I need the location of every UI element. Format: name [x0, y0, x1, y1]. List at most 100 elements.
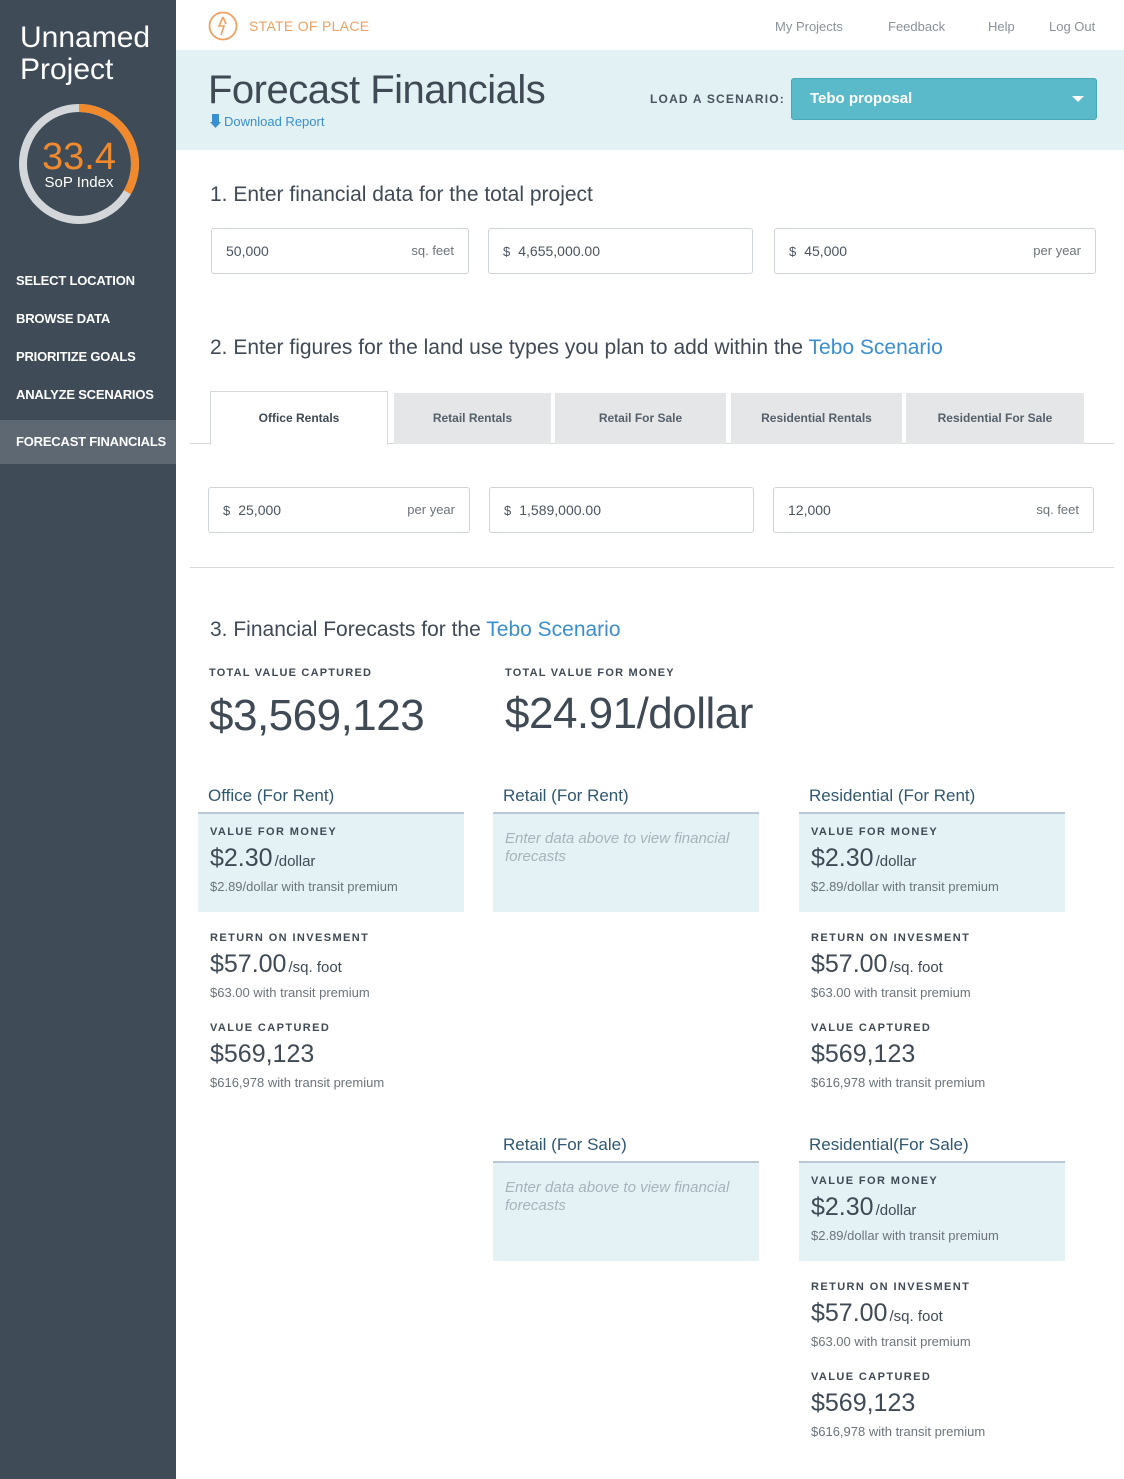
value-captured-value: $569,123: [210, 1040, 315, 1068]
value-for-money-value: $2.30/dollar: [210, 844, 452, 873]
return-on-investment-label: RETURN ON INVESMENT: [210, 932, 370, 944]
return-on-investment-transit: $63.00 with transit premium: [210, 985, 370, 1000]
land-use-area-value: 12,000: [788, 502, 831, 518]
value-for-money-box: VALUE FOR MONEY $2.30/dollar $2.89/dolla…: [799, 814, 1065, 912]
land-use-cost-input[interactable]: $1,589,000.00: [489, 487, 754, 533]
return-on-investment-amount: $57.00: [210, 950, 287, 978]
forecast-card-residential-rent: Residential (For Rent) VALUE FOR MONEY $…: [799, 784, 1065, 1090]
value-for-money-transit: $2.89/dollar with transit premium: [811, 1228, 999, 1243]
card-title: Residential (For Rent): [809, 786, 976, 805]
value-captured-transit: $616,978 with transit premium: [811, 1075, 986, 1090]
sidebar-item-analyze-scenarios[interactable]: ANALYZE SCENARIOS: [0, 376, 176, 414]
value-captured-value: $569,123: [811, 1389, 916, 1417]
forecast-card-office-rent: Office (For Rent) VALUE FOR MONEY $2.30/…: [198, 784, 464, 1090]
tab-office-rentals[interactable]: Office Rentals: [210, 391, 388, 445]
value-for-money-unit: /dollar: [875, 853, 917, 870]
log-out-link[interactable]: Log Out: [1049, 19, 1095, 34]
value-for-money-box: VALUE FOR MONEY $2.30/dollar $2.89/dolla…: [799, 1163, 1065, 1261]
sop-index-label: SoP Index: [44, 174, 114, 191]
brand-name[interactable]: STATE OF PLACE: [249, 18, 369, 34]
sidebar-nav: SELECT LOCATION BROWSE DATA PRIORITIZE G…: [0, 262, 176, 464]
project-cost-value: 4,655,000.00: [518, 243, 600, 259]
project-title-line1: Unnamed: [20, 21, 151, 54]
page-header: Forecast Financials Download Report LOAD…: [176, 50, 1124, 150]
return-on-investment-transit: $63.00 with transit premium: [811, 1334, 971, 1349]
tab-residential-rentals[interactable]: Residential Rentals: [731, 393, 902, 444]
tab-residential-for-sale[interactable]: Residential For Sale: [906, 393, 1084, 444]
section3-heading: 3. Financial Forecasts for the Tebo Scen…: [210, 618, 621, 642]
return-on-investment-label: RETURN ON INVESMENT: [811, 932, 971, 944]
land-use-area-unit: sq. feet: [1036, 502, 1079, 517]
sidebar-item-browse-data[interactable]: BROWSE DATA: [0, 300, 176, 338]
tab-retail-rentals[interactable]: Retail Rentals: [394, 393, 551, 444]
card-title: Retail (For Rent): [503, 786, 629, 805]
project-income-value: 45,000: [804, 243, 848, 259]
value-for-money-transit: $2.89/dollar with transit premium: [210, 879, 398, 894]
value-captured-value: $569,123: [811, 1040, 916, 1068]
section1-heading: 1. Enter financial data for the total pr…: [210, 183, 593, 206]
land-use-area-input[interactable]: 12,000 sq. feet: [773, 487, 1094, 533]
scenario-select[interactable]: Tebo proposal: [791, 78, 1097, 120]
my-projects-link[interactable]: My Projects: [775, 19, 843, 34]
section3-scenario-name[interactable]: Tebo Scenario: [486, 618, 620, 641]
empty-forecast-box: Enter data above to view financial forec…: [493, 814, 759, 912]
state-of-place-logo-icon: [208, 11, 238, 41]
project-income-input[interactable]: $45,000 per year: [774, 228, 1096, 274]
value-captured-label: VALUE CAPTURED: [210, 1022, 331, 1034]
total-value-for-money: TOTAL VALUE FOR MONEY $24.91/dollar: [505, 667, 753, 739]
section2-scenario-name[interactable]: Tebo Scenario: [809, 336, 943, 359]
value-for-money-box: VALUE FOR MONEY $2.30/dollar $2.89/dolla…: [198, 814, 464, 912]
value-for-money-unit: /dollar: [875, 1202, 917, 1219]
value-captured: VALUE CAPTURED $569,123 $616,978 with tr…: [198, 1022, 464, 1090]
download-report-label: Download Report: [224, 114, 325, 129]
total-value-for-money-value: $24.91/dollar: [505, 689, 753, 738]
land-use-rent-value: 25,000: [238, 502, 282, 518]
chevron-down-icon: [1072, 96, 1084, 102]
project-cost-input[interactable]: $4,655,000.00: [488, 228, 753, 274]
value-for-money-value: $2.30/dollar: [811, 844, 1053, 873]
value-for-money-label: VALUE FOR MONEY: [210, 826, 338, 838]
return-on-investment-unit: /sq. foot: [889, 959, 943, 976]
project-title: Unnamed Project: [20, 22, 150, 86]
sidebar-item-select-location[interactable]: SELECT LOCATION: [0, 262, 176, 300]
land-use-cost-value: 1,589,000.00: [519, 502, 601, 518]
empty-forecast-message: Enter data above to view financial forec…: [505, 830, 730, 865]
help-link[interactable]: Help: [988, 19, 1015, 34]
card-title: Residential(For Sale): [809, 1135, 969, 1154]
download-report-link[interactable]: Download Report: [210, 114, 324, 130]
card-title: Retail (For Sale): [503, 1135, 627, 1154]
section-divider: [190, 567, 1114, 568]
sop-index-gauge: 33.4 SoP Index: [17, 102, 145, 230]
project-area-unit: sq. feet: [411, 243, 454, 258]
project-area-input[interactable]: 50,000 sq. feet: [211, 228, 469, 274]
sop-index-value: 33.4: [42, 136, 116, 178]
project-cost-currency: $: [503, 244, 511, 259]
feedback-link[interactable]: Feedback: [888, 19, 945, 34]
land-use-rent-currency: $: [223, 503, 231, 518]
land-use-rent-input[interactable]: $25,000 per year: [208, 487, 470, 533]
value-captured-label: VALUE CAPTURED: [811, 1371, 932, 1383]
return-on-investment-value: $57.00/sq. foot: [210, 950, 452, 979]
tab-retail-for-sale[interactable]: Retail For Sale: [555, 393, 726, 444]
total-value-captured: TOTAL VALUE CAPTURED $3,569,123: [209, 667, 425, 741]
value-for-money-transit: $2.89/dollar with transit premium: [811, 879, 999, 894]
sidebar-item-forecast-financials[interactable]: FORECAST FINANCIALS: [0, 420, 176, 464]
value-captured-transit: $616,978 with transit premium: [210, 1075, 385, 1090]
download-icon: [210, 114, 221, 128]
return-on-investment-value: $57.00/sq. foot: [811, 1299, 1053, 1328]
empty-forecast-message: Enter data above to view financial forec…: [505, 1179, 730, 1214]
land-use-rent-unit: per year: [407, 502, 455, 517]
value-captured: VALUE CAPTURED $569,123 $616,978 with tr…: [799, 1022, 1065, 1090]
value-for-money-unit: /dollar: [274, 853, 316, 870]
project-income-currency: $: [789, 244, 797, 259]
return-on-investment-label: RETURN ON INVESMENT: [811, 1281, 971, 1293]
return-on-investment: RETURN ON INVESMENT $57.00/sq. foot $63.…: [799, 932, 1065, 1000]
project-area-value: 50,000: [226, 243, 269, 259]
sidebar-item-prioritize-goals[interactable]: PRIORITIZE GOALS: [0, 338, 176, 376]
top-bar: STATE OF PLACE My Projects Feedback Help…: [176, 0, 1124, 50]
value-captured-label: VALUE CAPTURED: [811, 1022, 932, 1034]
sidebar: Unnamed Project 33.4 SoP Index SELECT LO…: [0, 0, 176, 1479]
total-value-for-money-label: TOTAL VALUE FOR MONEY: [505, 667, 675, 679]
page-title: Forecast Financials: [208, 68, 546, 112]
total-value-captured-value: $3,569,123: [209, 691, 425, 740]
